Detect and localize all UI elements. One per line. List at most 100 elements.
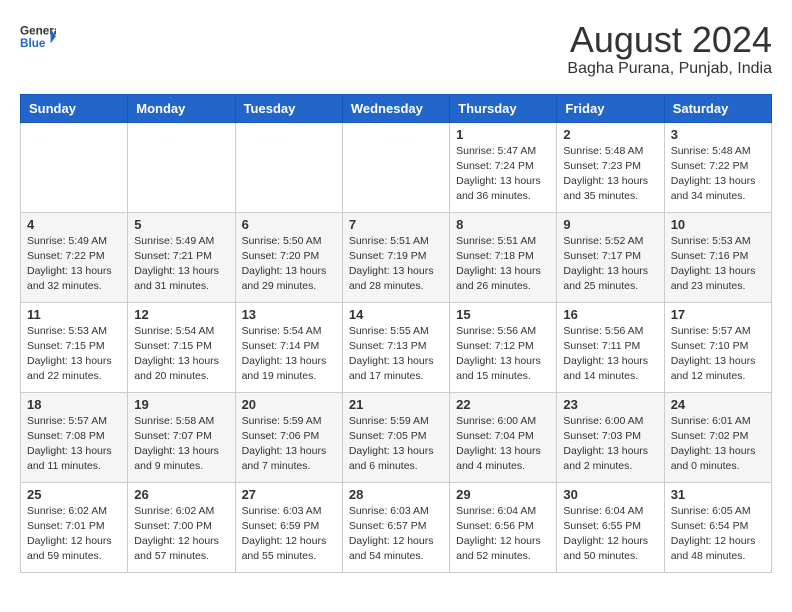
week-row-4: 18Sunrise: 5:57 AM Sunset: 7:08 PM Dayli… bbox=[21, 392, 772, 482]
day-info: Sunrise: 5:53 AM Sunset: 7:15 PM Dayligh… bbox=[27, 324, 121, 385]
calendar: Sunday Monday Tuesday Wednesday Thursday… bbox=[20, 94, 772, 573]
day-number: 5 bbox=[134, 217, 228, 232]
day-info: Sunrise: 5:54 AM Sunset: 7:14 PM Dayligh… bbox=[242, 324, 336, 385]
table-cell: 30 Sunrise: 6:04 AM Sunset: 6:55 PM Dayli… bbox=[557, 482, 664, 572]
table-cell: 23 Sunrise: 6:00 AM Sunset: 7:03 PM Dayli… bbox=[557, 392, 664, 482]
day-number: 11 bbox=[27, 307, 121, 322]
day-info: Sunrise: 6:00 AM Sunset: 7:03 PM Dayligh… bbox=[563, 414, 657, 475]
day-info: Sunrise: 6:03 AM Sunset: 6:57 PM Dayligh… bbox=[349, 504, 443, 565]
day-info: Sunrise: 5:50 AM Sunset: 7:20 PM Dayligh… bbox=[242, 234, 336, 295]
day-info: Sunrise: 5:53 AM Sunset: 7:16 PM Dayligh… bbox=[671, 234, 765, 295]
table-cell: 8 Sunrise: 5:51 AM Sunset: 7:18 PM Daylig… bbox=[450, 212, 557, 302]
table-cell: 13 Sunrise: 5:54 AM Sunset: 7:14 PM Dayli… bbox=[235, 302, 342, 392]
day-number: 16 bbox=[563, 307, 657, 322]
day-number: 8 bbox=[456, 217, 550, 232]
day-number: 22 bbox=[456, 397, 550, 412]
table-cell: 10 Sunrise: 5:53 AM Sunset: 7:16 PM Dayli… bbox=[664, 212, 771, 302]
day-info: Sunrise: 5:57 AM Sunset: 7:08 PM Dayligh… bbox=[27, 414, 121, 475]
header-saturday: Saturday bbox=[664, 94, 771, 122]
table-cell: 6Sunrise: 5:50 AM Sunset: 7:20 PM Daylig… bbox=[235, 212, 342, 302]
day-info: Sunrise: 5:47 AM Sunset: 7:24 PM Dayligh… bbox=[456, 144, 550, 205]
table-cell: 11 Sunrise: 5:53 AM Sunset: 7:15 PM Dayli… bbox=[21, 302, 128, 392]
table-cell: 16 Sunrise: 5:56 AM Sunset: 7:11 PM Dayli… bbox=[557, 302, 664, 392]
table-cell: 28Sunrise: 6:03 AM Sunset: 6:57 PM Dayli… bbox=[342, 482, 449, 572]
week-row-3: 11 Sunrise: 5:53 AM Sunset: 7:15 PM Dayli… bbox=[21, 302, 772, 392]
header-tuesday: Tuesday bbox=[235, 94, 342, 122]
table-cell: 31Sunrise: 6:05 AM Sunset: 6:54 PM Dayli… bbox=[664, 482, 771, 572]
day-info: Sunrise: 5:56 AM Sunset: 7:12 PM Dayligh… bbox=[456, 324, 550, 385]
day-info: Sunrise: 6:02 AM Sunset: 7:01 PM Dayligh… bbox=[27, 504, 121, 565]
day-info: Sunrise: 5:54 AM Sunset: 7:15 PM Dayligh… bbox=[134, 324, 228, 385]
table-cell bbox=[21, 122, 128, 212]
day-info: Sunrise: 6:02 AM Sunset: 7:00 PM Dayligh… bbox=[134, 504, 228, 565]
table-cell: 25 Sunrise: 6:02 AM Sunset: 7:01 PM Dayli… bbox=[21, 482, 128, 572]
day-number: 12 bbox=[134, 307, 228, 322]
table-cell: 21Sunrise: 5:59 AM Sunset: 7:05 PM Dayli… bbox=[342, 392, 449, 482]
day-number: 17 bbox=[671, 307, 765, 322]
header-friday: Friday bbox=[557, 94, 664, 122]
day-info: Sunrise: 5:58 AM Sunset: 7:07 PM Dayligh… bbox=[134, 414, 228, 475]
header-thursday: Thursday bbox=[450, 94, 557, 122]
day-info: Sunrise: 5:56 AM Sunset: 7:11 PM Dayligh… bbox=[563, 324, 657, 385]
day-info: Sunrise: 5:49 AM Sunset: 7:22 PM Dayligh… bbox=[27, 234, 121, 295]
header: General Blue August 2024 Bagha Purana, P… bbox=[20, 20, 772, 78]
day-info: Sunrise: 5:55 AM Sunset: 7:13 PM Dayligh… bbox=[349, 324, 443, 385]
day-number: 20 bbox=[242, 397, 336, 412]
day-number: 4 bbox=[27, 217, 121, 232]
day-number: 7 bbox=[349, 217, 443, 232]
day-number: 19 bbox=[134, 397, 228, 412]
header-monday: Monday bbox=[128, 94, 235, 122]
day-number: 3 bbox=[671, 127, 765, 142]
table-cell: 12 Sunrise: 5:54 AM Sunset: 7:15 PM Dayli… bbox=[128, 302, 235, 392]
table-cell: 27 Sunrise: 6:03 AM Sunset: 6:59 PM Dayli… bbox=[235, 482, 342, 572]
day-number: 25 bbox=[27, 487, 121, 502]
table-cell: 24 Sunrise: 6:01 AM Sunset: 7:02 PM Dayli… bbox=[664, 392, 771, 482]
day-number: 10 bbox=[671, 217, 765, 232]
svg-text:Blue: Blue bbox=[20, 37, 46, 50]
day-number: 13 bbox=[242, 307, 336, 322]
day-number: 29 bbox=[456, 487, 550, 502]
day-info: Sunrise: 5:52 AM Sunset: 7:17 PM Dayligh… bbox=[563, 234, 657, 295]
header-sunday: Sunday bbox=[21, 94, 128, 122]
logo-icon: General Blue bbox=[20, 20, 56, 56]
day-info: Sunrise: 5:51 AM Sunset: 7:18 PM Dayligh… bbox=[456, 234, 550, 295]
location: Bagha Purana, Punjab, India bbox=[567, 60, 772, 78]
table-cell: 22Sunrise: 6:00 AM Sunset: 7:04 PM Dayli… bbox=[450, 392, 557, 482]
day-info: Sunrise: 6:03 AM Sunset: 6:59 PM Dayligh… bbox=[242, 504, 336, 565]
table-cell: 4 Sunrise: 5:49 AM Sunset: 7:22 PM Daylig… bbox=[21, 212, 128, 302]
table-cell: 1 Sunrise: 5:47 AM Sunset: 7:24 PM Daylig… bbox=[450, 122, 557, 212]
table-cell: 15 Sunrise: 5:56 AM Sunset: 7:12 PM Dayli… bbox=[450, 302, 557, 392]
day-info: Sunrise: 6:04 AM Sunset: 6:55 PM Dayligh… bbox=[563, 504, 657, 565]
table-cell: 29 Sunrise: 6:04 AM Sunset: 6:56 PM Dayli… bbox=[450, 482, 557, 572]
day-info: Sunrise: 5:48 AM Sunset: 7:22 PM Dayligh… bbox=[671, 144, 765, 205]
day-info: Sunrise: 6:01 AM Sunset: 7:02 PM Dayligh… bbox=[671, 414, 765, 475]
day-number: 26 bbox=[134, 487, 228, 502]
table-cell: 2Sunrise: 5:48 AM Sunset: 7:23 PM Daylig… bbox=[557, 122, 664, 212]
day-number: 24 bbox=[671, 397, 765, 412]
day-info: Sunrise: 5:48 AM Sunset: 7:23 PM Dayligh… bbox=[563, 144, 657, 205]
day-number: 30 bbox=[563, 487, 657, 502]
table-cell: 3 Sunrise: 5:48 AM Sunset: 7:22 PM Daylig… bbox=[664, 122, 771, 212]
day-info: Sunrise: 5:59 AM Sunset: 7:06 PM Dayligh… bbox=[242, 414, 336, 475]
day-number: 1 bbox=[456, 127, 550, 142]
weekday-header-row: Sunday Monday Tuesday Wednesday Thursday… bbox=[21, 94, 772, 122]
table-cell: 7Sunrise: 5:51 AM Sunset: 7:19 PM Daylig… bbox=[342, 212, 449, 302]
table-cell: 26 Sunrise: 6:02 AM Sunset: 7:00 PM Dayli… bbox=[128, 482, 235, 572]
table-cell: 20 Sunrise: 5:59 AM Sunset: 7:06 PM Dayli… bbox=[235, 392, 342, 482]
day-number: 9 bbox=[563, 217, 657, 232]
title-area: August 2024 Bagha Purana, Punjab, India bbox=[567, 20, 772, 78]
day-number: 27 bbox=[242, 487, 336, 502]
table-cell bbox=[235, 122, 342, 212]
day-info: Sunrise: 5:49 AM Sunset: 7:21 PM Dayligh… bbox=[134, 234, 228, 295]
day-number: 14 bbox=[349, 307, 443, 322]
day-info: Sunrise: 6:05 AM Sunset: 6:54 PM Dayligh… bbox=[671, 504, 765, 565]
table-cell bbox=[342, 122, 449, 212]
day-info: Sunrise: 6:04 AM Sunset: 6:56 PM Dayligh… bbox=[456, 504, 550, 565]
day-number: 15 bbox=[456, 307, 550, 322]
week-row-1: 1 Sunrise: 5:47 AM Sunset: 7:24 PM Daylig… bbox=[21, 122, 772, 212]
day-number: 21 bbox=[349, 397, 443, 412]
day-number: 23 bbox=[563, 397, 657, 412]
table-cell: 19 Sunrise: 5:58 AM Sunset: 7:07 PM Dayli… bbox=[128, 392, 235, 482]
table-cell: 9 Sunrise: 5:52 AM Sunset: 7:17 PM Daylig… bbox=[557, 212, 664, 302]
table-cell: 17Sunrise: 5:57 AM Sunset: 7:10 PM Dayli… bbox=[664, 302, 771, 392]
